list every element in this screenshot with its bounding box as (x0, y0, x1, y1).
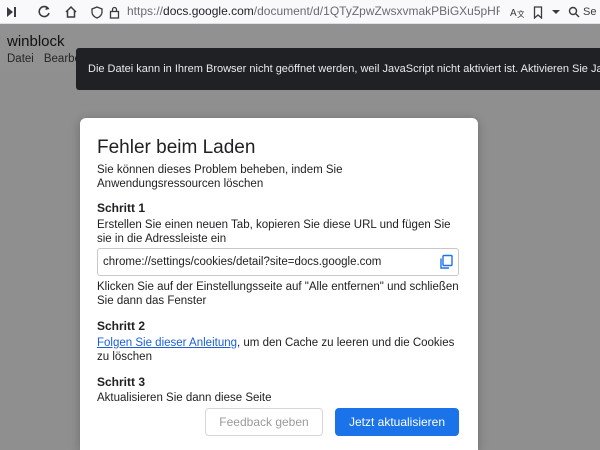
step2-title: Schritt 2 (97, 319, 146, 333)
chevron-down-icon[interactable] (547, 3, 565, 21)
step1-title: Schritt 1 (97, 201, 146, 215)
skip-forward-icon[interactable] (2, 3, 20, 21)
step2-text: Folgen Sie dieser Anleitung, um den Cach… (97, 336, 462, 364)
svg-text:文: 文 (517, 9, 524, 18)
step1-after-text: Klicken Sie auf der Einstellungsseite au… (97, 281, 459, 307)
shield-icon[interactable] (88, 3, 106, 21)
search-label: Se (583, 6, 597, 18)
search-box[interactable]: Se (568, 3, 600, 21)
url-host: docs.google.com (163, 4, 254, 18)
lock-icon[interactable] (105, 3, 123, 21)
copy-icon[interactable] (438, 254, 454, 270)
address-bar[interactable]: https://docs.google.com/document/d/1QTyZ… (127, 4, 500, 18)
javascript-warning-snackbar: Die Datei kann in Ihrem Browser nicht ge… (76, 48, 600, 90)
home-icon[interactable] (62, 3, 80, 21)
feedback-button[interactable]: Feedback geben (205, 408, 323, 436)
error-dialog: Fehler beim Laden Sie können dieses Prob… (80, 118, 478, 450)
bookmark-icon[interactable] (529, 3, 547, 21)
dialog-intro: Sie können dieses Problem beheben, indem… (97, 164, 343, 190)
settings-url-value: chrome://settings/cookies/detail?site=do… (103, 256, 382, 268)
step3-title: Schritt 3 (97, 375, 146, 389)
url-path: /document/d/1QTyZpwZwsxvmakPBiGXu5pHFe69… (253, 4, 500, 18)
dialog-title: Fehler beim Laden (97, 137, 256, 158)
snackbar-message: Die Datei kann in Ihrem Browser nicht ge… (88, 63, 600, 75)
svg-text:A: A (510, 8, 517, 18)
reload-icon[interactable] (35, 3, 53, 21)
search-icon (568, 6, 580, 18)
translate-icon[interactable]: A文 (508, 3, 526, 21)
url-prefix: https:// (127, 4, 164, 18)
step1-text: Erstellen Sie einen neuen Tab, kopieren … (97, 219, 451, 245)
instructions-link[interactable]: Folgen Sie dieser Anleitung (97, 337, 237, 349)
refresh-now-button[interactable]: Jetzt aktualisieren (335, 408, 459, 436)
settings-url-field[interactable]: chrome://settings/cookies/detail?site=do… (97, 248, 459, 276)
step3-text: Aktualisieren Sie dann diese Seite (97, 392, 272, 404)
browser-toolbar: https://docs.google.com/document/d/1QTyZ… (0, 0, 600, 24)
